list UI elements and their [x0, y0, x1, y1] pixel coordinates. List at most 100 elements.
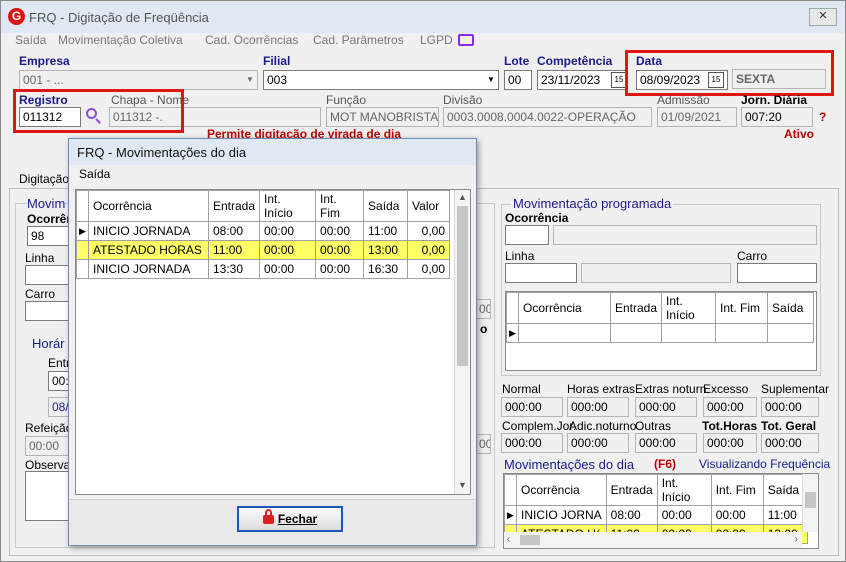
table-row[interactable]: INICIO JORNADA 13:30 00:00 00:00 16:30 0,00: [76, 259, 451, 279]
status-ativo: Ativo: [784, 127, 814, 141]
total-label-excesso: Excesso: [703, 382, 749, 396]
total-value-excesso: 000:00: [703, 397, 757, 417]
tab-digitacao[interactable]: Digitação: [19, 172, 69, 186]
programada-ocorrencia-desc: [553, 225, 817, 245]
close-button[interactable]: ✕: [809, 8, 837, 26]
lock-icon: [262, 509, 274, 524]
left-side-field-2: 00: [475, 434, 491, 454]
col-saida: Saída: [762, 474, 808, 506]
table-row[interactable]: ATESTADO HORAS 11:00 00:00 00:00 13:00 0,00: [76, 240, 451, 260]
dialog-grid[interactable]: Ocorrência Entrada Int. Início Int. Fim …: [75, 189, 471, 495]
monitor-icon[interactable]: [458, 34, 474, 46]
programada-carro-input[interactable]: [737, 263, 817, 283]
total-label-horas-extras: Horas extras: [567, 382, 636, 396]
visualizando-frequencia-link[interactable]: Visualizando Frequência: [699, 457, 830, 471]
mov-dia-shortcut: (F6): [654, 457, 676, 471]
dialog-title-bar: FRQ - Movimentações do dia: [69, 139, 476, 165]
programada-ocorrencia-input[interactable]: [505, 225, 549, 245]
admissao-field: 01/09/2021: [657, 107, 737, 127]
left-linha-label: Linha: [25, 251, 55, 265]
scroll-up-icon[interactable]: ▲: [458, 192, 467, 202]
annotation-box-registro: [13, 89, 184, 133]
total-value-suplementar: 000:00: [761, 397, 819, 417]
total-label-complem: Complem.Jor.: [502, 419, 577, 433]
dialog-menu-saida[interactable]: Saída: [79, 167, 110, 181]
fechar-button[interactable]: Fechar: [237, 506, 343, 532]
menu-saida[interactable]: Saída: [15, 33, 46, 47]
total-value-horas-extras: 000:00: [567, 397, 629, 417]
total-value-normal: 000:00: [501, 397, 563, 417]
total-label-extras-noturn: Extras noturn.: [635, 382, 710, 396]
programada-carro-label: Carro: [737, 249, 768, 263]
col-saida: Saída: [363, 190, 409, 222]
observacao-label: Observa: [25, 458, 71, 472]
total-label-tot-horas: Tot.Horas: [702, 419, 758, 433]
empresa-select[interactable]: 001 - ... ▼: [19, 70, 258, 90]
menu-movimentacao-coletiva[interactable]: Movimentação Coletiva: [58, 33, 183, 47]
total-label-adic-noturno: Adic.noturno: [569, 419, 637, 433]
mov-dia-hscroll[interactable]: ‹ ›: [504, 532, 802, 548]
col-int-inicio: Int. Início: [661, 292, 717, 324]
total-value-adic-noturno: 000:00: [567, 433, 629, 453]
mov-dia-grid[interactable]: Ocorrência Entrada Int. Início Int. Fim …: [503, 473, 819, 549]
col-ocorrencia: Ocorrência: [516, 474, 607, 506]
left-carro-label: Carro: [25, 287, 56, 301]
window-title: FRQ - Digitação de Freqüência: [29, 10, 209, 25]
refeicao-label: Refeição: [25, 421, 73, 435]
programada-group-title: Movimentação programada: [511, 196, 674, 211]
col-entrada: Entrada: [609, 292, 663, 324]
mov-dia-vscroll[interactable]: [802, 474, 818, 532]
total-label-suplementar: Suplementar: [761, 382, 830, 396]
total-label-outras: Outras: [635, 419, 672, 433]
col-int-inicio: Int. Início: [656, 474, 712, 506]
lote-label: Lote: [504, 54, 530, 68]
col-entrada: Entrada: [207, 190, 261, 222]
title-bar: G FRQ - Digitação de Freqüência ✕: [1, 1, 845, 33]
empresa-label: Empresa: [19, 54, 70, 68]
programada-linha-label: Linha: [505, 249, 535, 263]
programada-grid[interactable]: Ocorrência Entrada Int. Início Int. Fim …: [505, 291, 817, 371]
total-value-tot-horas: 000:00: [703, 433, 757, 453]
col-entrada: Entrada: [605, 474, 658, 506]
programada-ocorrencia-label: Ocorrência: [505, 211, 569, 225]
left-ocorrencia-label: Ocorrên: [27, 212, 74, 226]
table-row[interactable]: ▶: [506, 323, 815, 343]
filial-select[interactable]: 003 ▼: [263, 70, 499, 90]
programada-linha-input[interactable]: [505, 263, 577, 283]
col-ocorrencia: Ocorrência: [518, 292, 611, 324]
divisao-label: Divisão: [443, 93, 483, 107]
total-value-tot-geral: 000:00: [761, 433, 819, 453]
left-entr-label: Entr: [48, 356, 71, 370]
menu-cad-ocorrencias[interactable]: Cad. Ocorrências: [205, 33, 298, 47]
total-value-complem: 000:00: [501, 433, 563, 453]
horario-group-title: Horár: [32, 336, 65, 351]
filial-label: Filial: [263, 54, 291, 68]
dialog-vscroll[interactable]: ▲ ▼: [454, 190, 470, 494]
dialog-title: FRQ - Movimentações do dia: [77, 145, 247, 160]
funcao-label: Função: [326, 93, 367, 107]
competencia-label: Competência: [537, 54, 613, 68]
col-int-fim: Int. Fim: [710, 474, 764, 506]
annotation-box-data: [625, 50, 834, 96]
total-value-outras: 000:00: [635, 433, 697, 453]
col-saida: Saída: [767, 292, 815, 324]
table-row[interactable]: ▶ INICIO JORNADA 08:00 00:00 00:00 11:00 0,00: [76, 221, 451, 241]
menu-cad-parametros[interactable]: Cad. Parâmetros: [313, 33, 404, 47]
table-row[interactable]: ▶ INICIO JORNA 08:00 00:00 00:00 11:00: [504, 505, 808, 525]
col-int-fim: Int. Fim: [315, 190, 365, 222]
mov-dia-dialog: FRQ - Movimentações do dia Saída Ocorrên…: [68, 138, 477, 546]
col-int-inicio: Int. Início: [259, 190, 317, 222]
left-side-field-1: 00: [475, 299, 491, 319]
mov-dia-title: Movimentações do dia: [504, 457, 635, 472]
divisao-field: 0003.0008.0004.0022-OPERAÇÃO: [443, 107, 652, 127]
lote-input[interactable]: 00: [504, 70, 532, 90]
col-int-fim: Int. Fim: [715, 292, 769, 324]
total-label-tot-geral: Tot. Geral: [761, 419, 817, 433]
jornada-field: 007:20: [741, 107, 813, 127]
programada-linha-desc: [581, 263, 731, 283]
help-icon[interactable]: ?: [819, 110, 826, 124]
menu-lgpd[interactable]: LGPD: [420, 33, 453, 47]
scroll-down-icon[interactable]: ▼: [458, 480, 467, 490]
left-side-label: o: [480, 322, 488, 336]
funcao-field: MOT MANOBRISTA: [326, 107, 439, 127]
